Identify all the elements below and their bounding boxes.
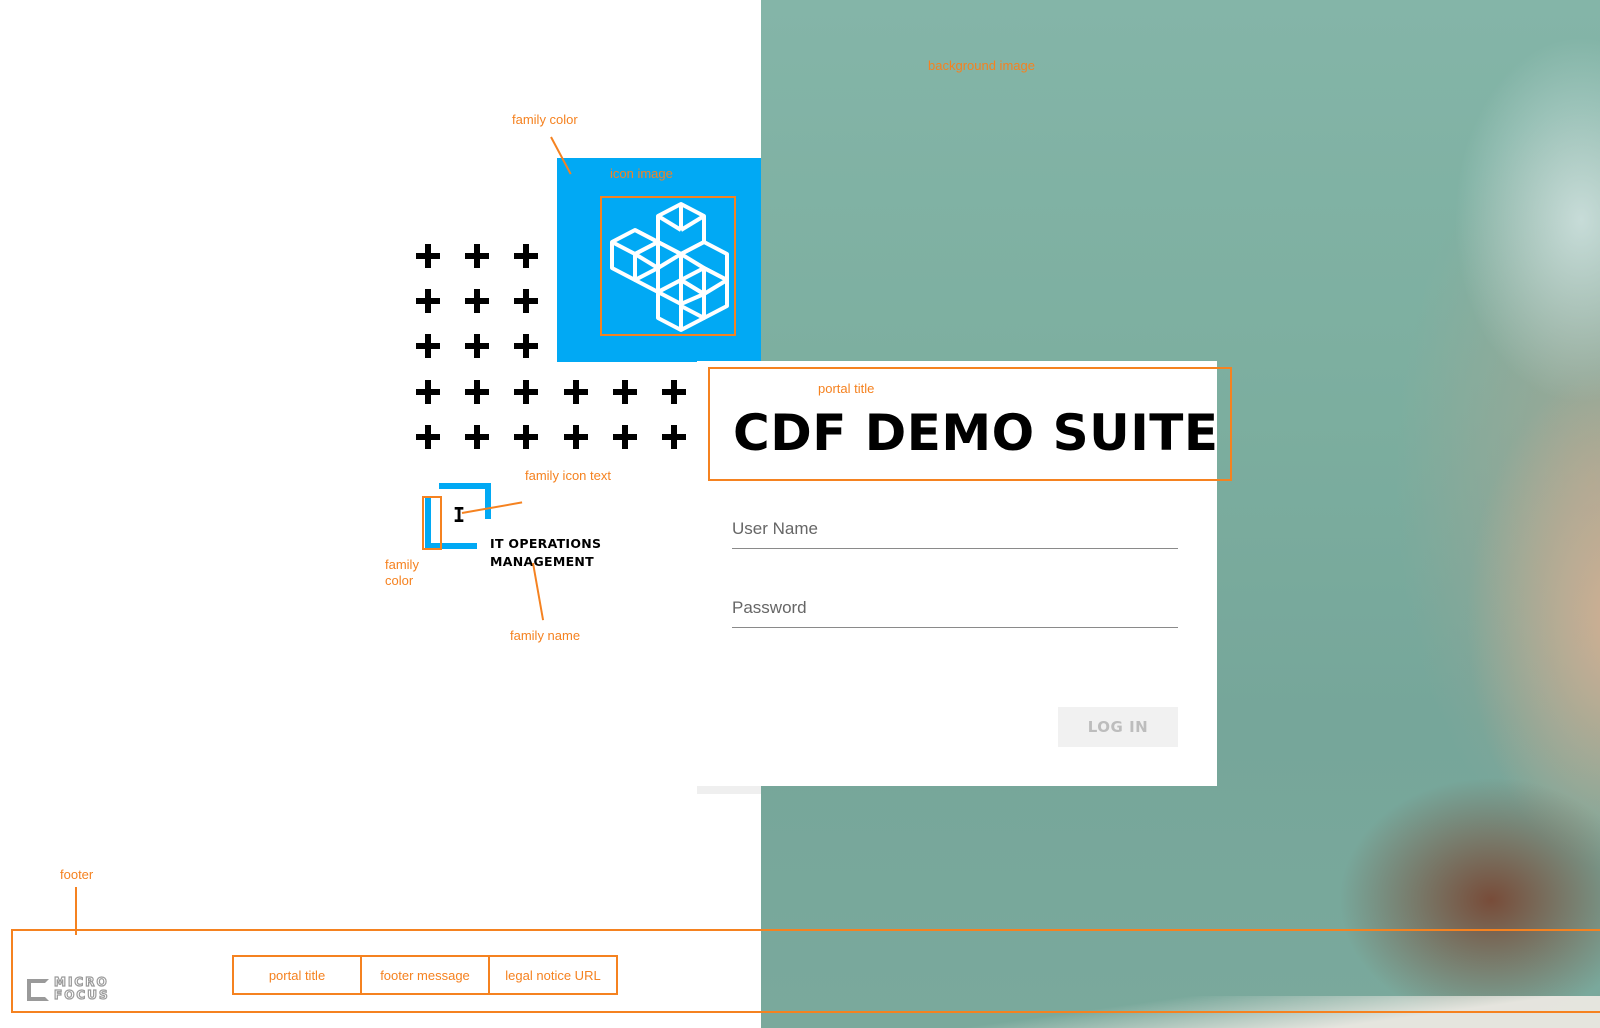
annotation-leader-footer: [75, 887, 77, 935]
plus-icon: [564, 380, 588, 404]
family-name: IT OPERATIONS MANAGEMENT: [490, 535, 601, 571]
family-icon-text: I: [453, 503, 466, 527]
family-icon-edge-right: [485, 483, 491, 519]
password-field[interactable]: [732, 589, 1178, 628]
family-name-line1: IT OPERATIONS: [490, 536, 602, 551]
plus-icon: [662, 380, 686, 404]
plus-icon: [514, 425, 538, 449]
username-input[interactable]: [732, 510, 1178, 548]
annotation-family-icon-text: family icon text: [525, 468, 611, 483]
annotation-background-image: background image: [928, 58, 1035, 73]
plus-icon: [465, 380, 489, 404]
login-card-shadow: [697, 786, 761, 794]
annotation-footer: footer: [60, 867, 94, 882]
left-pane: [0, 0, 761, 1028]
plus-icon: [662, 425, 686, 449]
plus-icon: [465, 334, 489, 358]
plus-icon: [514, 244, 538, 268]
annotation-family-color-left: family color: [385, 557, 419, 588]
plus-icon: [416, 244, 440, 268]
family-name-line2: MANAGEMENT: [490, 554, 595, 569]
plus-icon: [613, 425, 637, 449]
plus-icon: [416, 289, 440, 313]
annotation-box-icon-image: [600, 196, 736, 336]
plus-icon: [416, 425, 440, 449]
plus-icon: [465, 425, 489, 449]
annotation-family-color-top: family color: [512, 112, 578, 127]
plus-icon: [465, 289, 489, 313]
plus-icon: [416, 334, 440, 358]
annotation-family-name: family name: [510, 628, 581, 643]
plus-icon: [613, 380, 637, 404]
login-button[interactable]: LOG IN: [1058, 707, 1178, 747]
username-field[interactable]: [732, 510, 1178, 549]
annotation-box-family-color-left: [422, 496, 442, 550]
plus-icon: [564, 425, 588, 449]
plus-icon: [465, 244, 489, 268]
plus-icon: [416, 380, 440, 404]
plus-icon: [514, 289, 538, 313]
annotation-box-footer: [11, 929, 1600, 1013]
family-icon-edge-top: [439, 483, 491, 489]
plus-icon: [514, 334, 538, 358]
annotation-box-portal-title: [708, 367, 1232, 481]
password-input[interactable]: [732, 589, 1178, 627]
plus-icon: [514, 380, 538, 404]
annotation-icon-image: icon image: [610, 166, 673, 181]
